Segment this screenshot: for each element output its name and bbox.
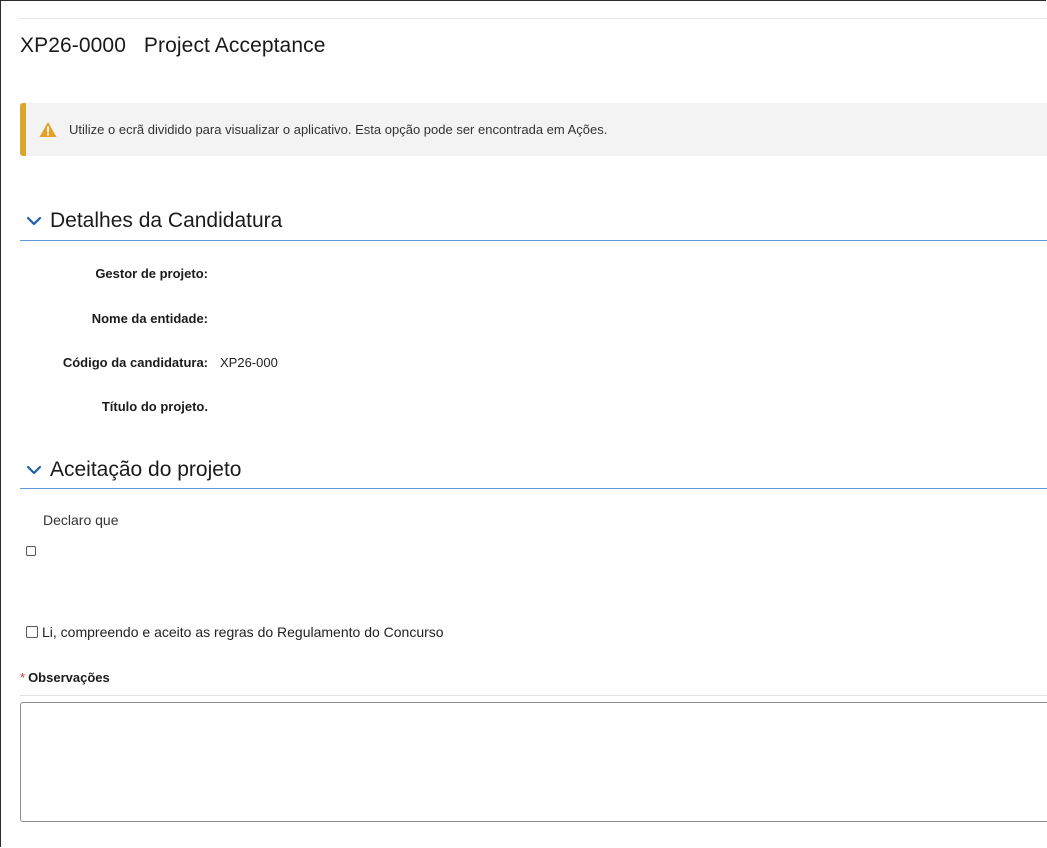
chevron-down-icon[interactable] [26, 214, 42, 228]
section-header-aceitacao[interactable]: Aceitação do projeto [20, 451, 1047, 489]
field-entidade: Nome da entidade: [20, 311, 620, 331]
rules-checkbox[interactable] [26, 626, 38, 638]
declaro-checkbox[interactable] [26, 546, 36, 556]
field-label: Código da candidatura: [62, 355, 208, 370]
chevron-down-icon[interactable] [26, 463, 42, 477]
warning-triangle-icon [39, 122, 57, 137]
required-mark: * [20, 670, 26, 685]
field-codigo: Código da candidatura: XP26-000 [20, 355, 620, 375]
field-gestor: Gestor de projeto: [20, 266, 620, 286]
rules-acceptance-row[interactable]: Li, compreendo e aceito as regras do Reg… [26, 624, 444, 640]
field-label: Nome da entidade: [91, 311, 208, 326]
application-code: XP26-0000 [20, 34, 126, 57]
observacoes-divider [20, 695, 1047, 696]
observacoes-label: * Observações [20, 670, 110, 685]
field-label: Gestor de projeto: [95, 266, 208, 281]
declaro-label: Declaro que [43, 512, 119, 528]
warning-text: Utilize o ecrã dividido para visualizar … [69, 122, 608, 137]
page-title: XP26-0000 Project Acceptance [20, 34, 326, 58]
section-header-detalhes[interactable]: Detalhes da Candidatura [20, 202, 1047, 241]
section-title: Detalhes da Candidatura [50, 209, 283, 232]
observacoes-textarea[interactable] [20, 702, 1047, 822]
split-screen-warning: Utilize o ecrã dividido para visualizar … [20, 103, 1047, 156]
observacoes-label-text: Observações [28, 670, 110, 685]
header-divider [18, 18, 1047, 19]
section-title: Aceitação do projeto [50, 457, 242, 481]
rules-checkbox-label[interactable]: Li, compreendo e aceito as regras do Reg… [42, 624, 444, 640]
page-title-text: Project Acceptance [143, 34, 326, 57]
field-label: Título do projeto. [101, 399, 208, 414]
field-value: XP26-000 [220, 355, 278, 370]
field-titulo: Título do projeto. [20, 399, 620, 419]
